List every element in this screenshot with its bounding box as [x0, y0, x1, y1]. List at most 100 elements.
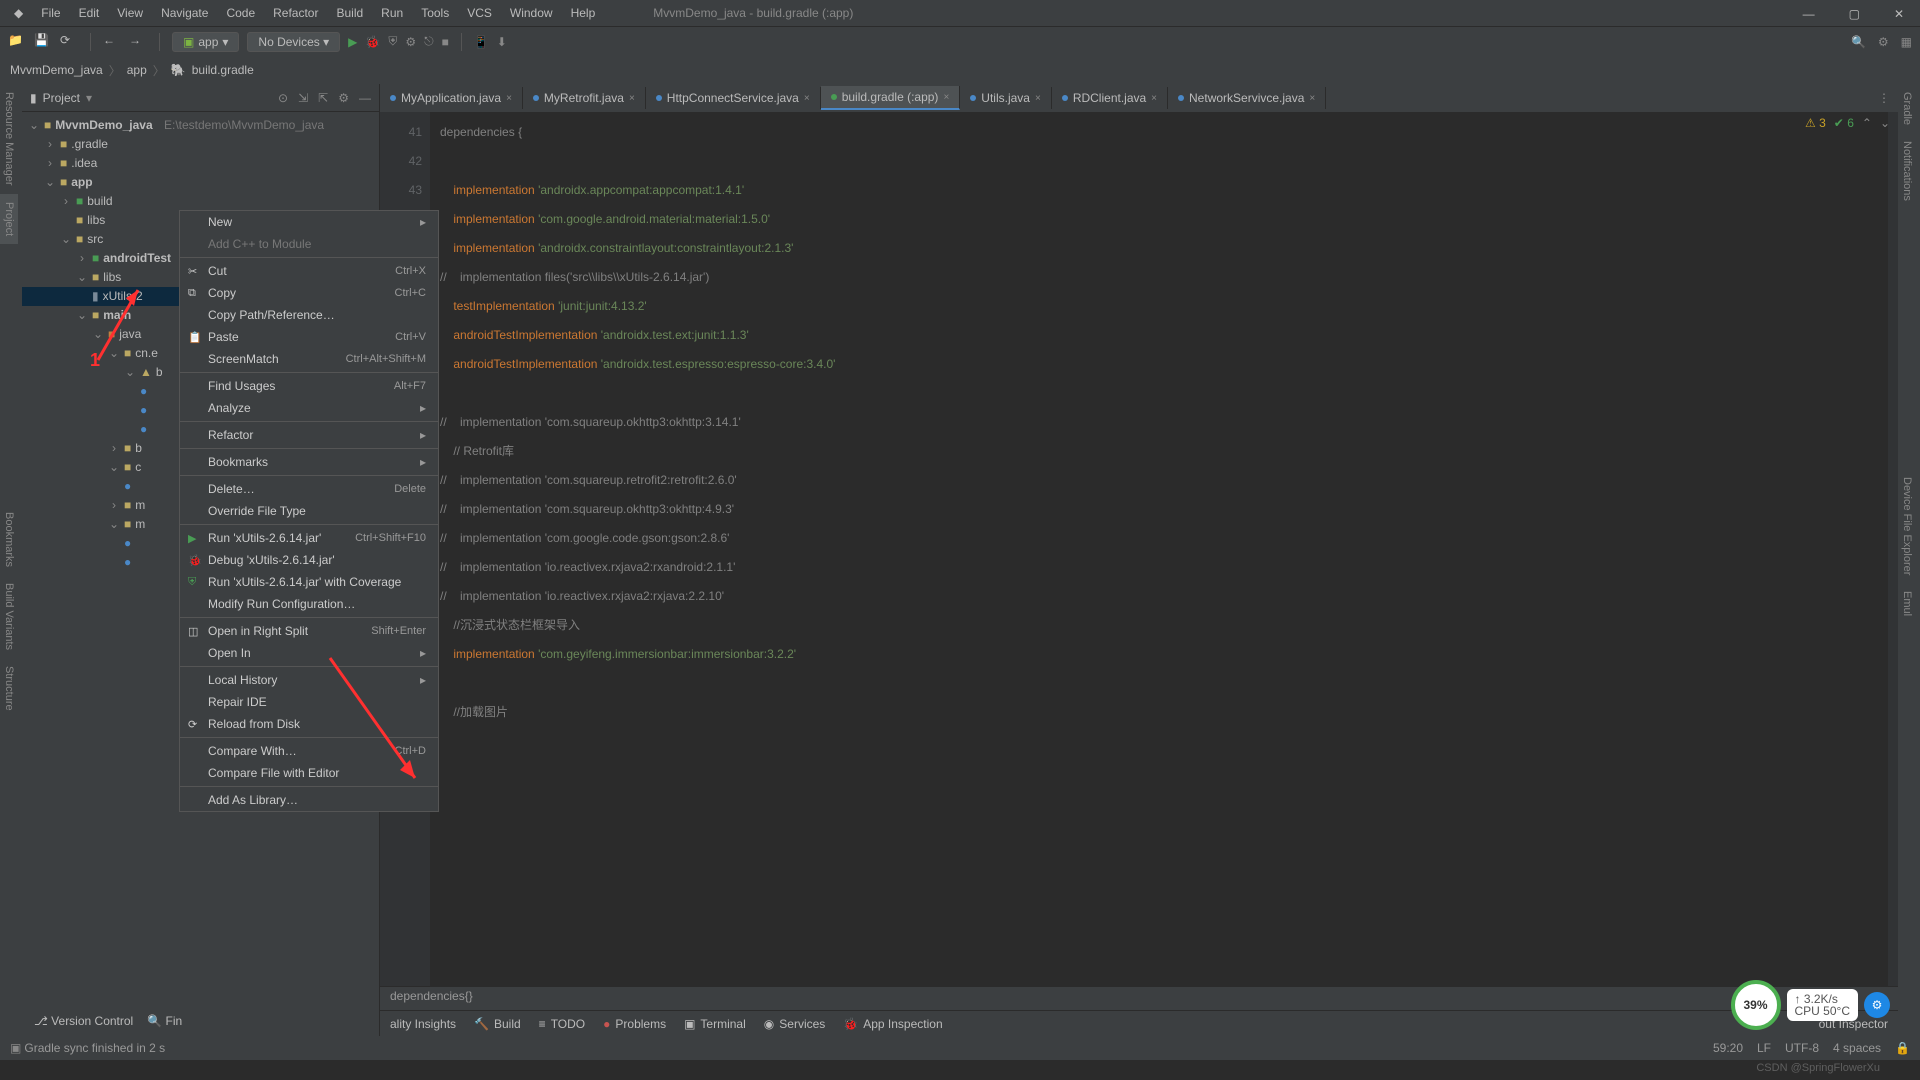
ctx-coverage[interactable]: ⛨Run 'xUtils-2.6.14.jar' with Coverage — [180, 571, 438, 593]
structure-icon[interactable]: ▦ — [1901, 35, 1912, 49]
ctx-paste[interactable]: 📋PasteCtrl+V — [180, 326, 438, 348]
ctx-screenmatch[interactable]: ScreenMatchCtrl+Alt+Shift+M — [180, 348, 438, 370]
strip-bookmarks[interactable]: Bookmarks — [0, 504, 18, 575]
tool-terminal[interactable]: ▣ Terminal — [684, 1017, 746, 1031]
ctx-bookmarks[interactable]: Bookmarks▸ — [180, 451, 438, 473]
ctx-override[interactable]: Override File Type — [180, 500, 438, 522]
tab-build-gradle[interactable]: build.gradle (:app)× — [821, 86, 961, 110]
collapse-icon[interactable]: ⇱ — [318, 91, 328, 105]
ctx-open-in[interactable]: Open In▸ — [180, 642, 438, 664]
menu-code[interactable]: Code — [218, 3, 263, 23]
strip-notifications[interactable]: Notifications — [1898, 133, 1916, 209]
tool-todo[interactable]: ≡ TODO — [539, 1017, 585, 1031]
ctx-find-usages[interactable]: Find UsagesAlt+F7 — [180, 375, 438, 397]
run-icon[interactable]: ▶ — [348, 35, 357, 49]
ctx-refactor[interactable]: Refactor▸ — [180, 424, 438, 446]
tool-version-control[interactable]: ⎇ Version Control — [34, 1014, 133, 1028]
ctx-add-library[interactable]: Add As Library… — [180, 789, 438, 811]
tab-httpconnect[interactable]: HttpConnectService.java× — [646, 87, 821, 109]
menu-tools[interactable]: Tools — [413, 3, 457, 23]
attach-icon[interactable]: ⎋ — [424, 34, 434, 49]
menu-edit[interactable]: Edit — [71, 3, 108, 23]
settings-icon[interactable]: ⚙ — [1878, 35, 1889, 49]
ctx-analyze[interactable]: Analyze▸ — [180, 397, 438, 419]
source[interactable]: dependencies { implementation 'androidx.… — [430, 112, 1898, 986]
tab-network[interactable]: NetworkServivce.java× — [1168, 87, 1326, 109]
strip-emulator[interactable]: Emul — [1898, 583, 1916, 624]
error-stripe[interactable] — [1888, 112, 1898, 986]
search-icon[interactable]: 🔍 — [1851, 35, 1866, 49]
save-icon[interactable]: 💾 — [34, 33, 52, 51]
sdk-icon[interactable]: ⬇ — [497, 35, 507, 49]
run-config-combo[interactable]: ▣app▾ — [172, 32, 239, 52]
strip-gradle[interactable]: Gradle — [1898, 84, 1916, 133]
device-combo[interactable]: No Devices ▾ — [247, 32, 340, 52]
status-enc[interactable]: UTF-8 — [1785, 1041, 1819, 1055]
strip-project[interactable]: Project — [0, 194, 18, 244]
ctx-split[interactable]: ◫Open in Right SplitShift+Enter — [180, 620, 438, 642]
expand-icon[interactable]: ⇲ — [298, 91, 308, 105]
tab-rdclient[interactable]: RDClient.java× — [1052, 87, 1168, 109]
ctx-cut[interactable]: ✂CutCtrl+X — [180, 260, 438, 282]
sync-icon[interactable]: ⟳ — [60, 33, 78, 51]
profile-icon[interactable]: ⚙ — [405, 35, 416, 49]
hide-icon[interactable]: — — [359, 91, 371, 105]
menu-window[interactable]: Window — [502, 3, 561, 23]
inspection-badge[interactable]: ⚠ 3 ✔ 6 ⌃⌄ — [1805, 116, 1890, 130]
ctx-debug[interactable]: 🐞Debug 'xUtils-2.6.14.jar' — [180, 549, 438, 571]
strip-resource[interactable]: Resource Manager — [0, 84, 18, 194]
close-icon[interactable]: ✕ — [1886, 4, 1912, 24]
editor-breadcrumb[interactable]: dependencies{} — [380, 986, 1898, 1010]
ctx-reload[interactable]: ⟳Reload from Disk — [180, 713, 438, 735]
debug-icon[interactable]: 🐞 — [365, 35, 380, 49]
menu-file[interactable]: File — [33, 3, 68, 23]
crumb-project[interactable]: MvvmDemo_java — [10, 63, 103, 77]
ctx-modify-run[interactable]: Modify Run Configuration… — [180, 593, 438, 615]
maximize-icon[interactable]: ▢ — [1841, 4, 1868, 24]
open-icon[interactable]: 📁 — [8, 33, 26, 51]
minimize-icon[interactable]: — — [1795, 4, 1823, 24]
status-indent[interactable]: 4 spaces — [1833, 1041, 1881, 1055]
status-pos[interactable]: 59:20 — [1713, 1041, 1743, 1055]
ctx-new[interactable]: New▸ — [180, 211, 438, 233]
code-area[interactable]: 41424344 dependencies { implementation '… — [380, 112, 1898, 986]
tab-myapplication[interactable]: MyApplication.java× — [380, 87, 523, 109]
ctx-history[interactable]: Local History▸ — [180, 669, 438, 691]
tabs-more-icon[interactable]: ⋮ — [1870, 91, 1898, 105]
tool-app-inspection[interactable]: 🐞 App Inspection — [843, 1017, 942, 1031]
tool-services[interactable]: ◉ Services — [764, 1017, 826, 1031]
menu-view[interactable]: View — [109, 3, 151, 23]
ctx-copy[interactable]: ⧉CopyCtrl+C — [180, 282, 438, 304]
tool-find[interactable]: 🔍 Fin — [147, 1014, 182, 1028]
strip-device-explorer[interactable]: Device File Explorer — [1898, 469, 1916, 583]
status-lf[interactable]: LF — [1757, 1041, 1771, 1055]
menu-build[interactable]: Build — [328, 3, 371, 23]
back-icon[interactable]: ← — [103, 33, 121, 51]
menu-run[interactable]: Run — [373, 3, 411, 23]
tab-utils[interactable]: Utils.java× — [960, 87, 1052, 109]
ctx-compare-file[interactable]: Compare File with Editor — [180, 762, 438, 784]
ctx-compare[interactable]: Compare With…Ctrl+D — [180, 740, 438, 762]
ctx-copy-path[interactable]: Copy Path/Reference… — [180, 304, 438, 326]
perf-settings-icon[interactable]: ⚙ — [1864, 992, 1890, 1018]
status-lock-icon[interactable]: 🔒 — [1895, 1041, 1910, 1055]
ctx-repair[interactable]: Repair IDE — [180, 691, 438, 713]
menu-vcs[interactable]: VCS — [459, 3, 500, 23]
stop-icon[interactable]: ■ — [442, 35, 449, 49]
sidebar-title[interactable]: Project — [43, 91, 80, 105]
ctx-run[interactable]: ▶Run 'xUtils-2.6.14.jar'Ctrl+Shift+F10 — [180, 527, 438, 549]
tool-problems[interactable]: ● Problems — [603, 1017, 666, 1031]
forward-icon[interactable]: → — [129, 33, 147, 51]
strip-structure[interactable]: Structure — [0, 658, 18, 719]
tab-myretrofit[interactable]: MyRetrofit.java× — [523, 87, 646, 109]
crumb-file[interactable]: build.gradle — [192, 63, 254, 77]
ctx-delete[interactable]: Delete…Delete — [180, 478, 438, 500]
tool-build[interactable]: 🔨 Build — [474, 1017, 521, 1031]
tool-insights[interactable]: ality Insights — [390, 1017, 456, 1031]
strip-build-variants[interactable]: Build Variants — [0, 575, 18, 658]
menu-refactor[interactable]: Refactor — [265, 3, 326, 23]
menu-help[interactable]: Help — [563, 3, 604, 23]
avd-icon[interactable]: 📱 — [474, 35, 489, 49]
crumb-module[interactable]: app — [127, 63, 147, 77]
coverage-icon[interactable]: ⛨ — [388, 34, 397, 49]
